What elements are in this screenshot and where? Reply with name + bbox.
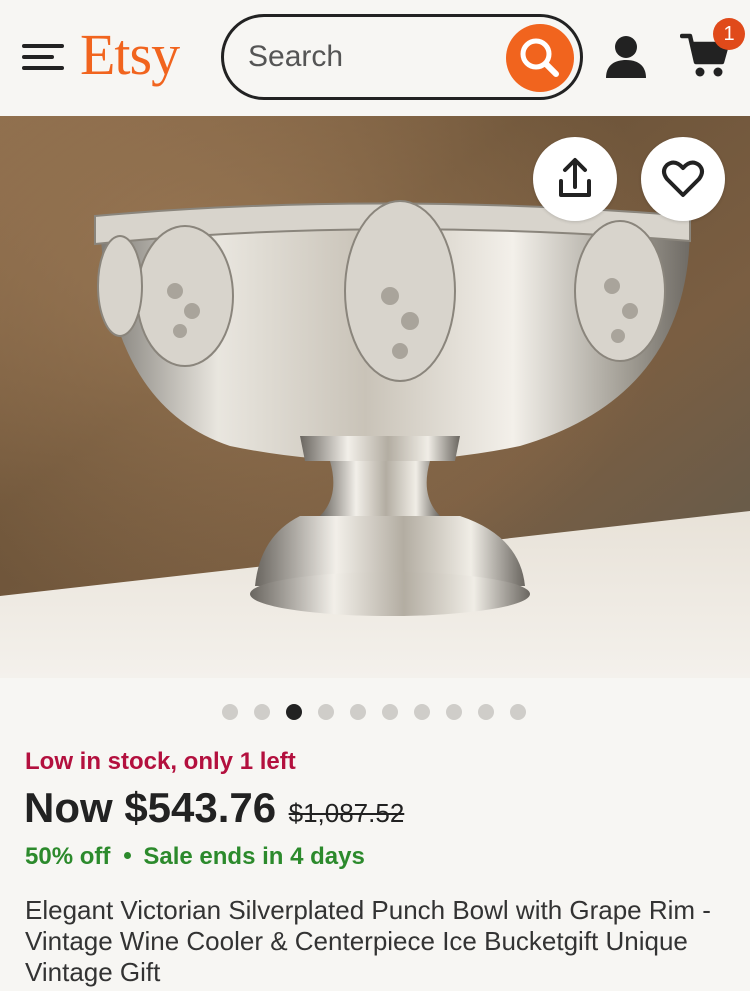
product-title: Elegant Victorian Silverplated Punch Bow… (25, 895, 711, 987)
carousel-dot[interactable] (382, 704, 398, 720)
search-input[interactable] (248, 37, 498, 77)
top-header: Etsy 1 (0, 0, 750, 116)
carousel-dot[interactable] (254, 704, 270, 720)
carousel-dot[interactable] (510, 704, 526, 720)
price-row: Now $543.76 $1,087.52 (24, 784, 404, 832)
sale-info: 50% off Sale ends in 4 days (25, 843, 365, 871)
share-button[interactable] (533, 137, 617, 221)
discount-text: 50% off (25, 843, 111, 870)
sale-price: Now $543.76 (24, 784, 277, 831)
carousel-dot[interactable] (286, 704, 302, 720)
stock-warning: Low in stock, only 1 left (25, 748, 296, 775)
carousel-dot[interactable] (222, 704, 238, 720)
search-bar (221, 14, 583, 100)
heart-icon (662, 160, 704, 197)
user-icon (606, 36, 646, 78)
sale-ends-text: Sale ends in 4 days (143, 843, 365, 870)
product-image[interactable] (0, 116, 750, 678)
separator-dot (124, 852, 132, 860)
share-icon (559, 158, 591, 197)
original-price: $1,087.52 (288, 798, 405, 828)
search-button[interactable] (506, 24, 574, 92)
carousel-dot[interactable] (414, 704, 430, 720)
carousel-dot[interactable] (446, 704, 462, 720)
search-icon (520, 38, 559, 77)
etsy-logo[interactable]: Etsy (80, 26, 180, 84)
carousel-dot[interactable] (478, 704, 494, 720)
carousel-dot[interactable] (350, 704, 366, 720)
image-carousel-dots (222, 704, 542, 720)
account-button[interactable] (603, 34, 649, 80)
carousel-dot[interactable] (318, 704, 334, 720)
favorite-button[interactable] (641, 137, 725, 221)
menu-icon[interactable] (22, 40, 64, 74)
punch-bowl-image (0, 116, 750, 678)
cart-count-badge: 1 (713, 18, 745, 50)
